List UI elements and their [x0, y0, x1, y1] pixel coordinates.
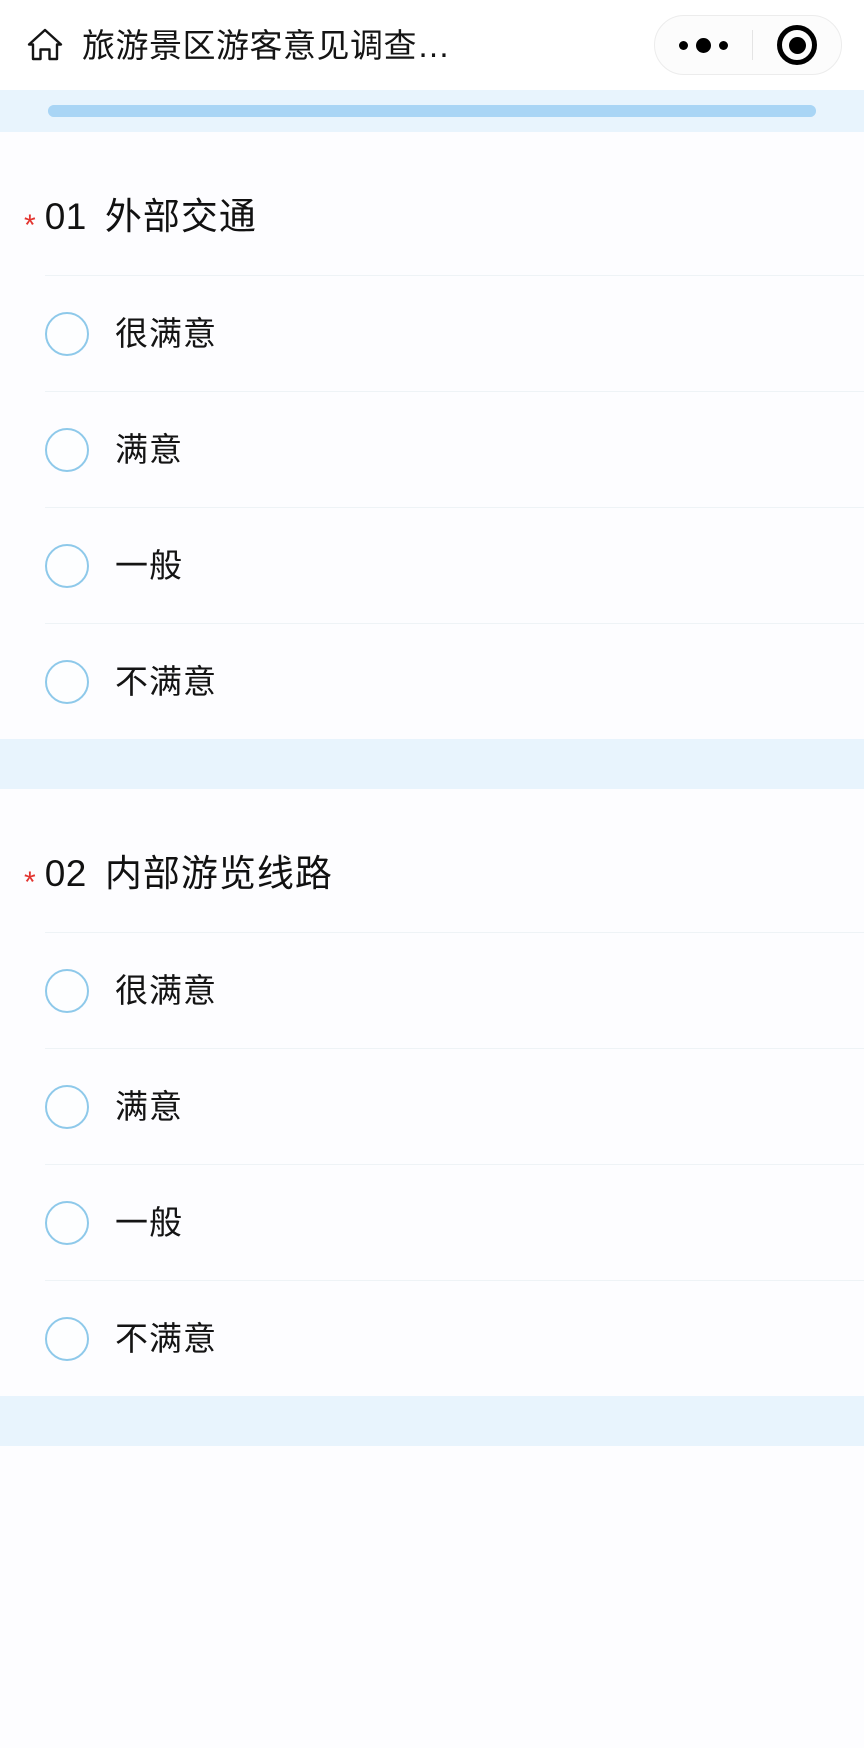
- question-text: 外部交通: [104, 196, 257, 237]
- option-label: 一般: [115, 1204, 183, 1241]
- option-label: 一般: [115, 547, 183, 584]
- radio-circle-icon[interactable]: [45, 968, 89, 1013]
- section-separator: [0, 739, 864, 789]
- section-separator: [0, 1396, 864, 1446]
- radio-circle-icon[interactable]: [45, 543, 89, 588]
- option-label: 满意: [115, 1088, 183, 1125]
- option-row[interactable]: 满意: [45, 1048, 864, 1164]
- question-card-02: * 02 内部游览线路 很满意 满意 一般 不满意: [0, 789, 864, 1396]
- question-title-01: * 01 外部交通: [0, 132, 864, 275]
- question-number: 02: [44, 853, 87, 894]
- more-dots-icon[interactable]: [655, 16, 752, 74]
- option-row[interactable]: 满意: [45, 391, 864, 507]
- option-label: 很满意: [115, 315, 217, 352]
- radio-circle-icon[interactable]: [45, 659, 89, 704]
- required-asterisk: *: [24, 866, 36, 899]
- dot-center: [695, 37, 711, 53]
- radio-circle-icon[interactable]: [45, 427, 89, 472]
- content-tail-spacer: [0, 1446, 864, 1514]
- wechat-capsule-bar: [654, 15, 842, 75]
- dot-right: [718, 40, 728, 50]
- option-list-01: 很满意 满意 一般 不满意: [0, 275, 864, 739]
- option-row[interactable]: 一般: [45, 1164, 864, 1280]
- page-title: 旅游景区游客意见调查…: [82, 28, 451, 62]
- option-list-02: 很满意 满意 一般 不满意: [0, 932, 864, 1396]
- option-label: 不满意: [115, 1320, 217, 1357]
- target-core: [788, 36, 806, 54]
- option-row[interactable]: 很满意: [45, 275, 864, 391]
- home-icon[interactable]: [24, 24, 66, 66]
- option-row[interactable]: 不满意: [45, 623, 864, 739]
- progress-band: [0, 90, 864, 132]
- radio-circle-icon[interactable]: [45, 1316, 89, 1361]
- dot-left: [678, 40, 688, 50]
- question-number: 01: [44, 196, 87, 237]
- radio-circle-icon[interactable]: [45, 1084, 89, 1129]
- question-card-01: * 01 外部交通 很满意 满意 一般 不满意: [0, 132, 864, 739]
- option-row[interactable]: 一般: [45, 507, 864, 623]
- app-window: 旅游景区游客意见调查… * 01 外部交通 很满意 满意 一般 不满意 * 02…: [0, 0, 864, 1748]
- option-label: 不满意: [115, 663, 217, 700]
- progress-fill: [48, 105, 816, 117]
- target-ring: [777, 25, 818, 65]
- option-label: 很满意: [115, 972, 217, 1009]
- question-text: 内部游览线路: [104, 853, 333, 894]
- required-asterisk: *: [24, 209, 36, 242]
- question-title-02: * 02 内部游览线路: [0, 789, 864, 932]
- option-row[interactable]: 很满意: [45, 932, 864, 1048]
- progress-track: [48, 105, 816, 117]
- survey-content[interactable]: * 01 外部交通 很满意 满意 一般 不满意 * 02 内部游览线路 很满意 …: [0, 132, 864, 1748]
- option-label: 满意: [115, 431, 183, 468]
- radio-circle-icon[interactable]: [45, 1200, 89, 1245]
- radio-circle-icon[interactable]: [45, 311, 89, 356]
- app-header: 旅游景区游客意见调查…: [0, 0, 864, 90]
- target-circle-icon[interactable]: [753, 16, 841, 74]
- option-row[interactable]: 不满意: [45, 1280, 864, 1396]
